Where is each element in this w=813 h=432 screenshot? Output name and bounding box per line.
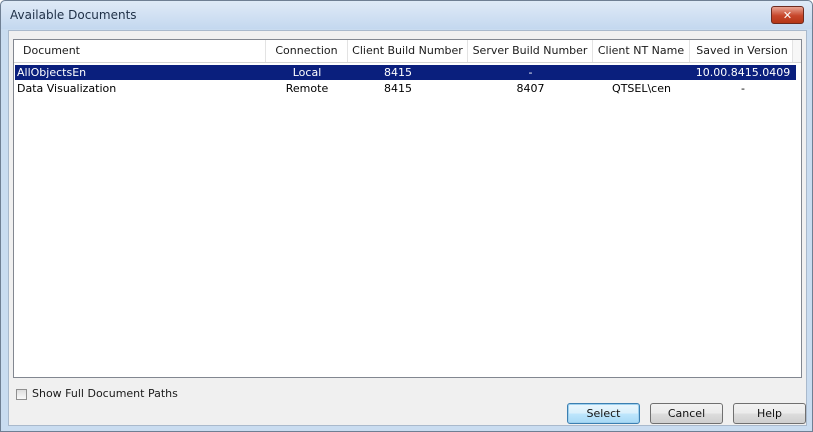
show-full-paths-checkbox[interactable] [16, 389, 27, 400]
close-button[interactable]: ✕ [771, 6, 804, 24]
title-bar: Available Documents ✕ [1, 1, 812, 29]
cell-connection: Remote [285, 82, 329, 95]
column-header-server-build[interactable]: Server Build Number [468, 40, 593, 62]
column-header-client-nt-name[interactable]: Client NT Name [593, 40, 690, 62]
cell-document: AllObjectsEn [17, 66, 87, 79]
dialog-body: Document Connection Client Build Number … [8, 30, 807, 426]
help-button[interactable]: Help [733, 403, 806, 424]
close-icon: ✕ [782, 9, 793, 22]
column-header-client-build[interactable]: Client Build Number [348, 40, 468, 62]
cell-saved-version: - [741, 82, 745, 95]
table-row[interactable]: AllObjectsEn Local 8415 - 10.00.8415.040… [15, 65, 796, 80]
column-header-saved-version[interactable]: Saved in Version [690, 40, 795, 62]
table-row[interactable]: Data Visualization Remote 8415 8407 QTSE… [15, 81, 796, 96]
cell-client-build: 8415 [384, 66, 412, 79]
cell-saved-version: 10.00.8415.0409 [695, 66, 791, 79]
select-button[interactable]: Select [567, 403, 640, 424]
cell-document: Data Visualization [17, 82, 117, 95]
column-header-connection[interactable]: Connection [266, 40, 348, 62]
cancel-button[interactable]: Cancel [650, 403, 723, 424]
cell-server-build: 8407 [516, 82, 545, 95]
show-full-paths-label[interactable]: Show Full Document Paths [32, 387, 178, 400]
cell-client-nt-name: QTSEL\cen [612, 82, 671, 95]
column-header-document[interactable]: Document [14, 40, 266, 62]
cell-connection: Local [292, 66, 322, 79]
available-documents-dialog: Available Documents ✕ Document Connectio… [0, 0, 813, 432]
cell-server-build: - [528, 66, 533, 79]
documents-list[interactable]: Document Connection Client Build Number … [13, 39, 802, 378]
list-header: Document Connection Client Build Number … [14, 40, 801, 63]
dialog-title: Available Documents [10, 8, 137, 22]
header-filler [792, 40, 801, 62]
cell-client-build: 8415 [384, 82, 412, 95]
cell-client-nt-name [593, 65, 690, 80]
